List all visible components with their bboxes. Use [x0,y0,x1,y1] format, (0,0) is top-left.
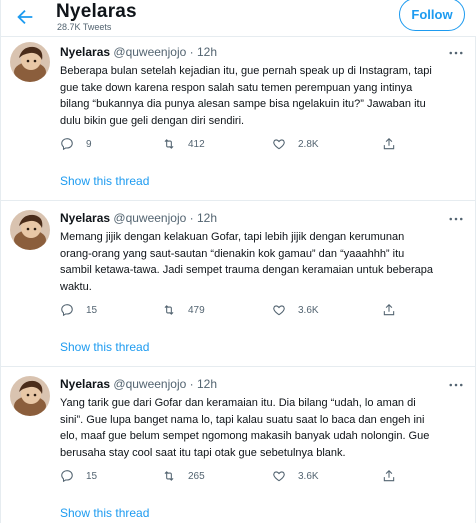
reply-count: 15 [86,470,98,482]
like-count: 3.6K [298,304,319,316]
retweet-icon [164,139,174,149]
author-handle[interactable]: @quweenjojo [113,45,186,59]
like-icon [273,305,285,316]
tweet-text-line: waktu. [60,280,92,293]
avatar[interactable] [10,210,50,250]
author-handle[interactable]: @quweenjojo [113,377,186,391]
tweet-text: Memang jijik dengan kelakuan Gofar, tapi… [60,229,468,295]
avatar[interactable] [10,42,50,82]
share-button[interactable] [382,302,396,318]
tweet-actions: 15 479 3.6K [60,302,460,318]
author-name[interactable]: Nyelaras [60,211,110,225]
more-icon[interactable] [447,376,465,394]
tweet-text-line: bilang “bukannya dia punya alesan sampe … [60,98,426,110]
retweet-button[interactable]: 412 [162,136,205,152]
reply-button[interactable]: 9 [60,136,92,152]
tweet-actions: 9 412 2.8K [60,136,460,152]
retweet-icon [164,305,174,315]
retweet-count: 265 [188,470,205,482]
show-thread-link[interactable]: Show this thread [60,340,149,354]
tweet-meta: Nyelaras @quweenjojo · 12h [60,211,217,225]
author-name[interactable]: Nyelaras [60,45,110,59]
tweet-actions: 15 265 3.6K [60,468,460,484]
like-icon [273,471,285,482]
retweet-count: 479 [188,304,205,316]
profile-name: Nyelaras [56,1,137,22]
tweet-time[interactable]: 12h [197,377,217,391]
tweet-text: Beberapa bulan setelah kejadian itu, gue… [60,63,468,129]
reply-count: 9 [86,138,92,150]
show-thread-link[interactable]: Show this thread [60,506,149,520]
avatar[interactable] [10,376,50,416]
share-icon [383,304,395,316]
reply-icon [61,304,73,317]
reply-count: 15 [86,304,98,316]
separator: · [189,377,194,391]
tweet-count: 28.7K Tweets [57,22,112,32]
like-count: 2.8K [298,138,319,150]
tweet-text-line: sini”. Gue lupa banget nama lo, tapi kal… [60,413,425,426]
more-icon[interactable] [447,210,465,228]
retweet-button[interactable]: 265 [162,468,205,484]
share-icon [383,138,395,150]
back-arrow-icon[interactable] [14,6,36,28]
reply-icon [61,470,73,483]
follow-button[interactable]: Follow [399,0,465,31]
tweet[interactable]: Nyelaras @quweenjojo · 12h Memang jijik … [0,200,476,366]
like-icon [273,139,285,150]
reply-button[interactable]: 15 [60,468,97,484]
tweet-text-line: Beberapa bulan setelah kejadian itu, gue… [60,65,432,77]
tweet-time[interactable]: 12h [197,45,217,59]
tweet-text-line: Yang tarik gue dari Gofar dan keramaian … [60,397,416,409]
like-count: 3.6K [298,470,319,482]
share-button[interactable] [382,136,396,152]
reply-icon [61,138,73,151]
show-thread-link[interactable]: Show this thread [60,174,149,188]
tweet-meta: Nyelaras @quweenjojo · 12h [60,377,217,391]
tweet-text-line: dulu bikin gue geli dengan diri sendiri. [60,114,245,127]
tweet-text-line: sambil ketawa-tawa. Jadi sempet trauma d… [60,264,433,276]
tweet-time[interactable]: 12h [197,211,217,225]
like-button[interactable]: 3.6K [272,302,319,318]
tweet[interactable]: Nyelaras @quweenjojo · 12h Beberapa bula… [0,36,476,200]
author-handle[interactable]: @quweenjojo [113,211,186,225]
profile-header: Nyelaras 28.7K Tweets Follow [0,0,476,36]
tweet[interactable]: Nyelaras @quweenjojo · 12h Yang tarik gu… [0,366,476,523]
share-icon [383,470,395,482]
more-icon[interactable] [447,44,465,62]
retweet-icon [164,471,174,481]
tweet-text-line: Memang jijik dengan kelakuan Gofar, tapi… [60,231,405,243]
retweet-button[interactable]: 479 [162,302,205,318]
tweet-text-line: orang-orang yang saut-sautan “dienakin k… [60,247,405,260]
like-button[interactable]: 3.6K [272,468,319,484]
share-button[interactable] [382,468,396,484]
tweet-text-line: elo, maaf gue belum sempet ngomong makas… [60,430,430,442]
separator: · [189,45,194,59]
retweet-count: 412 [188,138,205,150]
reply-button[interactable]: 15 [60,302,97,318]
like-button[interactable]: 2.8K [272,136,319,152]
tweet-text: Yang tarik gue dari Gofar dan keramaian … [60,395,468,461]
tweet-text-line: berusaha stay cool saat itu tapi otak gu… [60,446,346,459]
tweet-text-line: gue take down karena respon salah satu t… [60,81,413,94]
author-name[interactable]: Nyelaras [60,377,110,391]
separator: · [189,211,194,225]
tweet-meta: Nyelaras @quweenjojo · 12h [60,45,217,59]
